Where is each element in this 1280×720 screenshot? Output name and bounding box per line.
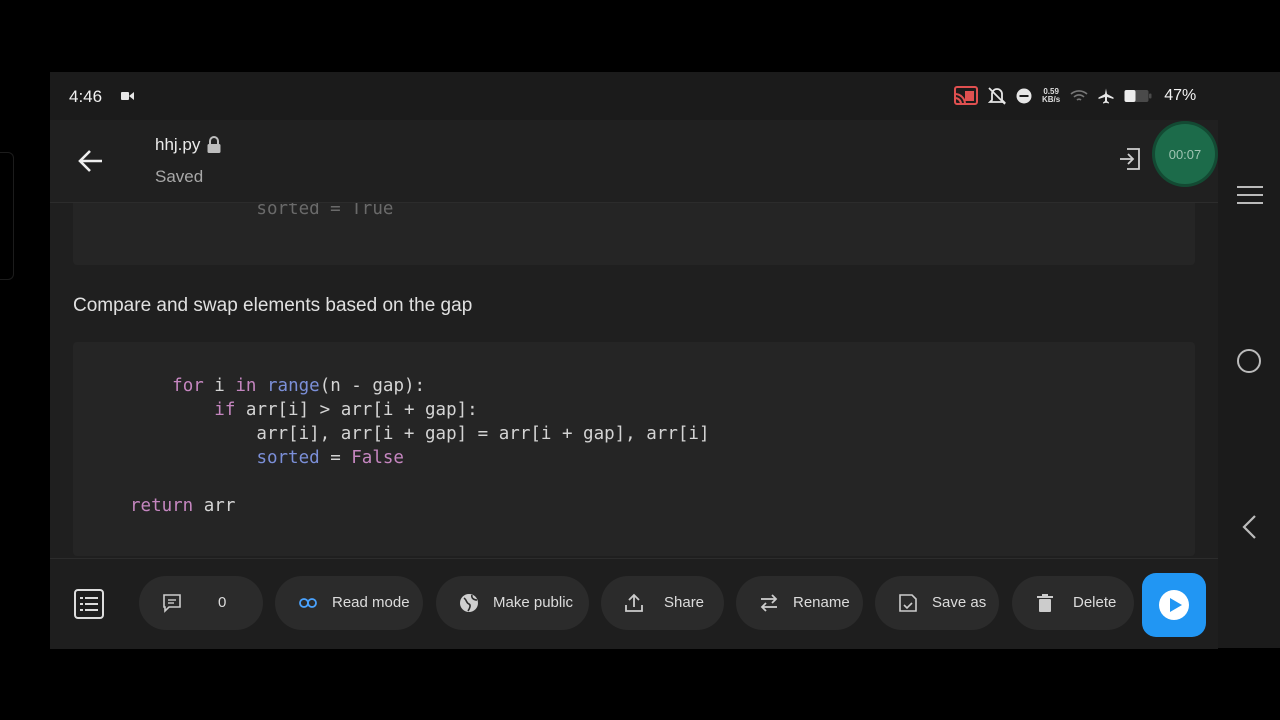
save-as-button[interactable]: Save as: [875, 576, 999, 630]
file-title[interactable]: hhj.py: [155, 135, 222, 155]
wifi-icon: [1070, 90, 1088, 101]
link-icon: [299, 598, 317, 608]
upload-icon: [625, 593, 643, 612]
share-button[interactable]: Share: [601, 576, 724, 630]
app-bar: hhj.py Saved 00:07: [50, 120, 1218, 203]
comments-count: 0: [218, 594, 227, 611]
comment-icon: [163, 594, 181, 613]
exit-icon[interactable]: [1118, 146, 1142, 172]
back-arrow-icon[interactable]: [76, 146, 106, 176]
make-public-label: Make public: [493, 594, 574, 611]
save-status: Saved: [155, 167, 204, 186]
battery-percent: 47%: [1164, 87, 1197, 104]
save-as-label: Save as: [932, 594, 987, 611]
mute-icon: [988, 87, 1006, 105]
lock-icon: [207, 136, 221, 153]
trash-icon: [1037, 594, 1053, 612]
cast-icon: [954, 86, 978, 105]
swap-icon: [760, 594, 778, 612]
dnd-icon: [1016, 88, 1032, 104]
read-mode-label: Read mode: [332, 594, 410, 611]
bottom-toolbar: 0 Read mode Make public Share Rename Sav…: [50, 558, 1218, 649]
globe-icon: [460, 594, 478, 612]
delete-button[interactable]: Delete: [1012, 576, 1134, 630]
system-icons: 0.59 KB/s 47%: [954, 85, 1196, 107]
android-nav-bar: [1218, 120, 1280, 648]
comments-button[interactable]: 0: [139, 576, 263, 630]
list-icon[interactable]: [74, 589, 104, 619]
run-button[interactable]: [1142, 573, 1206, 637]
recording-timer[interactable]: 00:07: [1155, 124, 1215, 184]
clock: 4:46: [69, 87, 103, 106]
share-label: Share: [664, 594, 705, 611]
net-speed: 0.59 KB/s: [1042, 87, 1061, 104]
play-icon: [1159, 590, 1189, 620]
home-icon[interactable]: [1236, 348, 1262, 374]
rename-button[interactable]: Rename: [736, 576, 863, 630]
section-heading: Compare and swap elements based on the g…: [73, 295, 473, 316]
file-name: hhj.py: [155, 135, 201, 154]
device-screen: 4:46 0.59 KB/s 47% hhj.py Saved 00:07 so…: [50, 72, 1280, 649]
notebook-content: sorted = True Compare and swap elements …: [50, 203, 1218, 558]
battery-icon: [1124, 90, 1152, 102]
make-public-button[interactable]: Make public: [436, 576, 589, 630]
menu-icon[interactable]: [1237, 185, 1263, 205]
airplane-icon: [1098, 88, 1114, 104]
read-mode-button[interactable]: Read mode: [275, 576, 423, 630]
save-as-icon: [899, 594, 917, 612]
code-tail: sorted = True: [130, 203, 394, 219]
back-nav-icon[interactable]: [1240, 514, 1258, 540]
video-camera-icon: [121, 92, 134, 100]
code-block: for i in range(n - gap): if arr[i] > arr…: [130, 376, 710, 516]
code-cell[interactable]: for i in range(n - gap): if arr[i] > arr…: [73, 342, 1195, 556]
rename-label: Rename: [793, 594, 850, 611]
timer-text: 00:07: [1168, 146, 1202, 162]
left-edge-handle: [0, 152, 14, 280]
delete-label: Delete: [1073, 594, 1117, 611]
code-cell-previous[interactable]: sorted = True: [73, 203, 1195, 265]
status-bar: 4:46 0.59 KB/s 47%: [50, 72, 1280, 120]
